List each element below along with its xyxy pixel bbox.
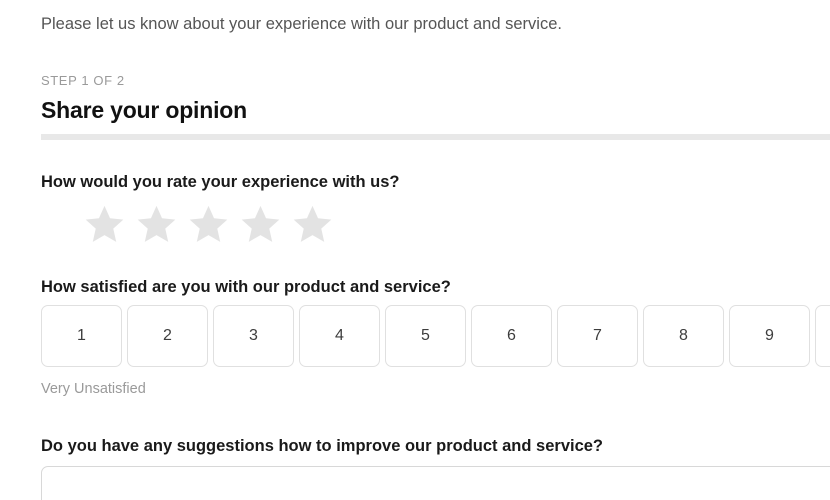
scale-option-10[interactable]: 10 [815, 305, 830, 367]
scale-option-label: 5 [421, 327, 430, 345]
step-indicator-label: STEP 1 OF 2 [41, 73, 125, 88]
scale-option-label: 4 [335, 327, 344, 345]
question-suggestions-label: Do you have any suggestions how to impro… [41, 437, 603, 456]
scale-min-label: Very Unsatisfied [41, 381, 146, 397]
scale-option-label: 7 [593, 327, 602, 345]
step-title: Share your opinion [41, 97, 247, 124]
scale-option-label: 1 [77, 327, 86, 345]
star-rating-group[interactable] [83, 203, 334, 246]
scale-endpoint-labels: Very Unsatisfied Very Satisfied [41, 381, 830, 397]
scale-option-5[interactable]: 5 [385, 305, 466, 367]
scale-option-label: 3 [249, 327, 258, 345]
star-icon[interactable] [135, 203, 178, 246]
suggestions-textarea[interactable] [41, 466, 830, 500]
survey-description: Please let us know about your experience… [41, 15, 562, 34]
progress-bar-track [41, 134, 830, 140]
question-rating-label: How would you rate your experience with … [41, 173, 399, 192]
scale-option-2[interactable]: 2 [127, 305, 208, 367]
scale-option-7[interactable]: 7 [557, 305, 638, 367]
question-satisfaction-label: How satisfied are you with our product a… [41, 278, 451, 297]
star-icon[interactable] [83, 203, 126, 246]
scale-option-4[interactable]: 4 [299, 305, 380, 367]
scale-option-9[interactable]: 9 [729, 305, 810, 367]
star-icon[interactable] [239, 203, 282, 246]
satisfaction-scale-group[interactable]: 1 2 3 4 5 6 7 8 9 10 [41, 305, 830, 367]
scale-option-3[interactable]: 3 [213, 305, 294, 367]
scale-option-label: 8 [679, 327, 688, 345]
scale-option-8[interactable]: 8 [643, 305, 724, 367]
scale-option-6[interactable]: 6 [471, 305, 552, 367]
survey-page: Share your opinion Please let us know ab… [0, 0, 830, 500]
scale-option-label: 9 [765, 327, 774, 345]
star-icon[interactable] [291, 203, 334, 246]
scale-option-label: 2 [163, 327, 172, 345]
scale-option-1[interactable]: 1 [41, 305, 122, 367]
scale-option-label: 6 [507, 327, 516, 345]
survey-main-title: Share your opinion [41, 0, 274, 1]
star-icon[interactable] [187, 203, 230, 246]
